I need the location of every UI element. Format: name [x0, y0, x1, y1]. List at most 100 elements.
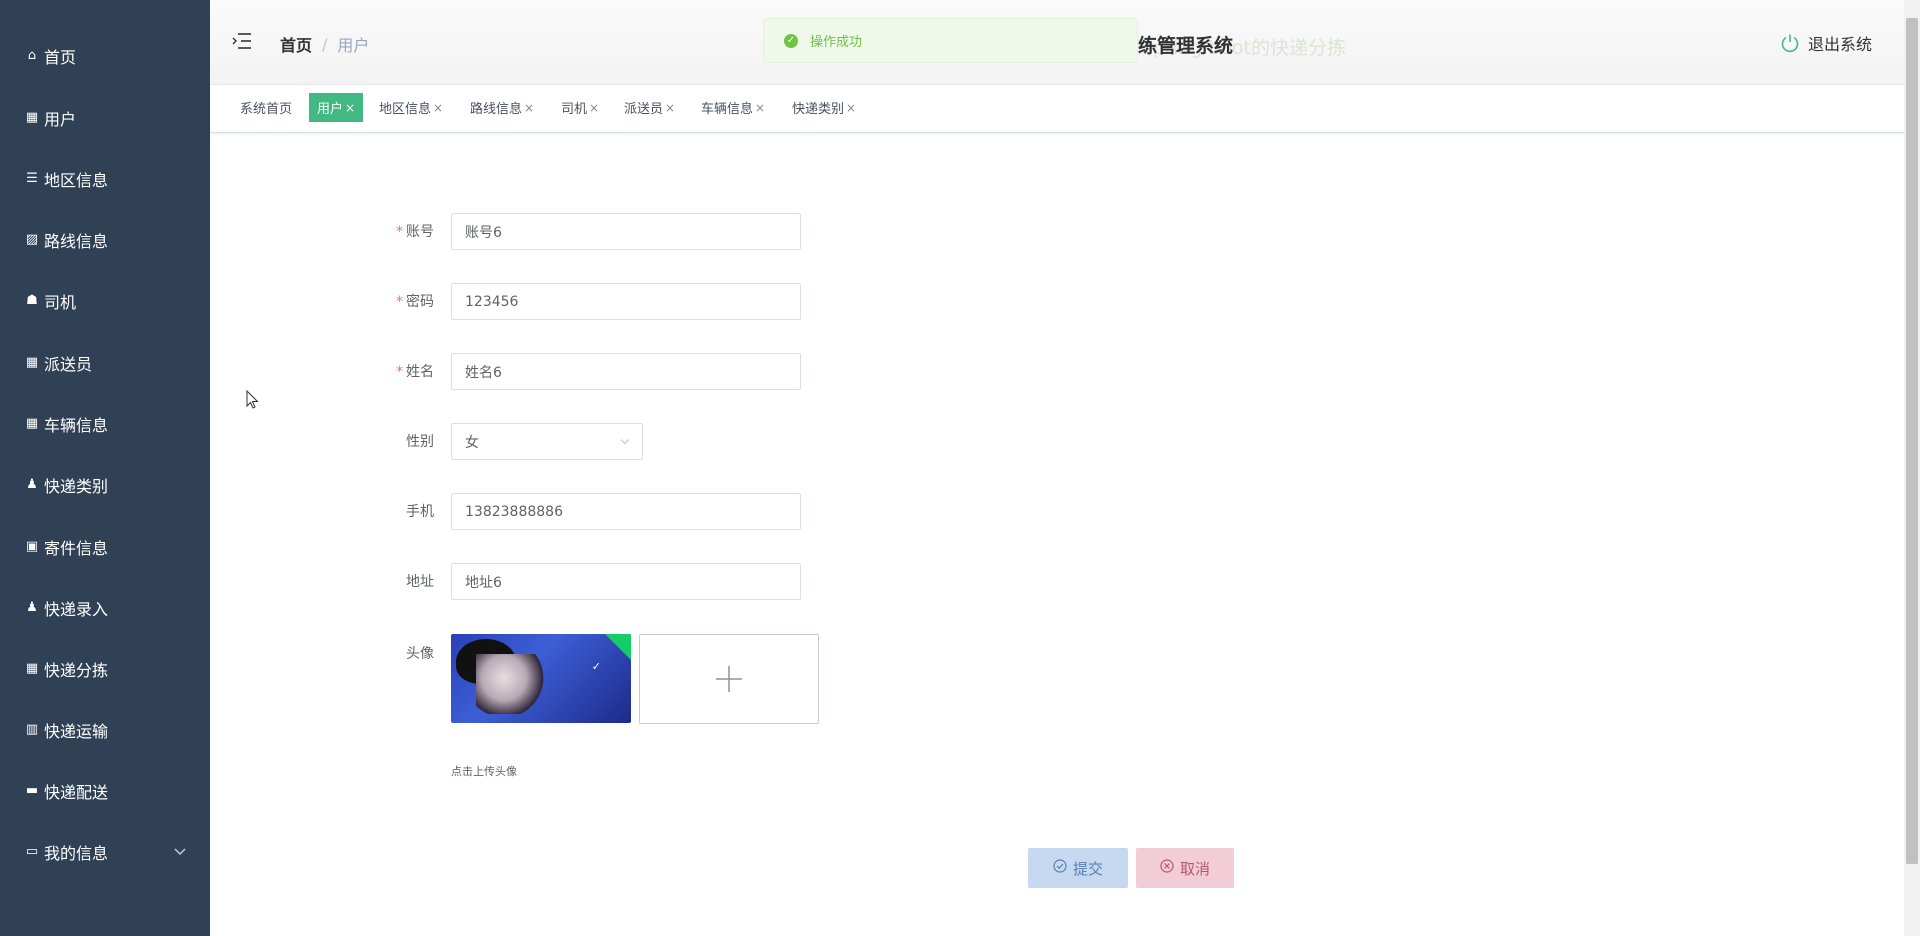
sidebar-item-label: 快递分拣 [44, 660, 109, 680]
sidebar-item-label: 路线信息 [44, 231, 109, 251]
logout-button[interactable]: 退出系统 [1780, 31, 1872, 55]
logout-label: 退出系统 [1807, 35, 1872, 54]
account-label: * 账号 [390, 221, 442, 241]
sidebar-item-vehicles[interactable]: ▦ 车辆信息 [0, 393, 210, 454]
sidebar-item-label: 用户 [44, 109, 77, 129]
sidebar-item-label: 地区信息 [44, 170, 109, 190]
close-icon[interactable]: × [524, 101, 534, 115]
tag-regions[interactable]: 地区信息 × [371, 93, 451, 122]
phone-input[interactable]: 13823888886 [451, 493, 801, 530]
list-icon: ☰ [26, 171, 38, 186]
tags-view: 系统首页 用户 × 地区信息 × 路线信息 × 司机 × 派送员 × 车辆信息 … [210, 85, 1910, 133]
account-label-text: 账号 [406, 224, 434, 240]
gender-select-value: 女 [465, 434, 479, 451]
tag-label: 地区信息 [379, 102, 432, 117]
avatar-image-face [476, 654, 546, 714]
close-icon[interactable]: × [589, 101, 599, 115]
tag-label: 派送员 [624, 102, 664, 117]
close-icon[interactable]: × [846, 101, 856, 115]
tag-routes[interactable]: 路线信息 × [462, 93, 542, 122]
sidebar-item-label: 快递运输 [44, 721, 109, 741]
avatar-thumbnail[interactable]: ✓ [451, 634, 631, 723]
sidebar-item-delivery[interactable]: ▬ 快递配送 [0, 760, 210, 821]
form-row-name: * 姓名 [390, 352, 442, 390]
cancel-button[interactable]: 取消 [1136, 848, 1234, 888]
form-row-password: * 密码 [390, 282, 442, 320]
scrollbar-thumb[interactable] [1906, 18, 1918, 864]
gender-select[interactable]: 女 [451, 423, 643, 460]
tag-label: 用户 [317, 102, 344, 117]
user-icon: ♟ [26, 477, 38, 492]
required-mark: * [396, 364, 403, 380]
address-label: 地址 [406, 574, 434, 590]
account-input[interactable]: 账号6 [451, 213, 801, 250]
sidebar-item-users[interactable]: ▦ 用户 [0, 87, 210, 148]
form-row-phone: 手机 [390, 492, 442, 530]
mouse-cursor-icon [246, 390, 259, 409]
sidebar-item-label: 派送员 [44, 354, 93, 374]
sidebar-item-express-entry[interactable]: ♟ 快递录入 [0, 577, 210, 638]
close-icon[interactable]: × [433, 101, 443, 115]
tag-label: 司机 [561, 102, 588, 117]
grid-icon: ▦ [25, 416, 39, 431]
sidebar-item-drivers[interactable]: ☗ 司机 [0, 270, 210, 331]
tag-users[interactable]: 用户 × [309, 93, 364, 122]
avatar-upload-tip: 点击上传头像 [451, 765, 517, 778]
address-input[interactable]: 地址6 [451, 563, 801, 600]
submit-label: 提交 [1072, 859, 1103, 878]
password-label: * 密码 [390, 291, 442, 311]
name-input[interactable]: 姓名6 [451, 353, 801, 390]
breadcrumb: 首页 / 用户 [280, 32, 369, 56]
sidebar-item-regions[interactable]: ☰ 地区信息 [0, 148, 210, 209]
password-label-text: 密码 [406, 294, 434, 310]
sidebar-item-routes[interactable]: ▨ 路线信息 [0, 209, 210, 270]
name-label: * 姓名 [390, 361, 442, 381]
upload-success-badge [605, 634, 631, 660]
tag-vehicles[interactable]: 车辆信息 × [693, 93, 773, 122]
close-icon[interactable]: × [755, 101, 765, 115]
sidebar-item-sorting[interactable]: ▦ 快递分拣 [0, 638, 210, 699]
sidebar-item-label: 司机 [44, 292, 77, 312]
tag-label: 路线信息 [470, 102, 523, 117]
sidebar-item-express-types[interactable]: ♟ 快递类别 [0, 454, 210, 515]
sidebar-item-label: 车辆信息 [44, 415, 109, 435]
avatar-upload-button[interactable] [639, 634, 819, 724]
clipboard-icon: ▣ [25, 539, 39, 554]
card-icon: ▭ [25, 844, 39, 859]
tag-express-types[interactable]: 快递类别 × [784, 93, 864, 122]
tag-home[interactable]: 系统首页 [232, 93, 300, 122]
required-mark: * [396, 294, 403, 310]
avatar-label: 头像 [406, 646, 434, 662]
close-icon[interactable]: × [665, 101, 675, 115]
plus-icon [716, 666, 742, 692]
tag-label: 系统首页 [240, 102, 293, 117]
phone-label: 手机 [406, 504, 434, 520]
sidebar-item-transport[interactable]: ▥ 快递运输 [0, 699, 210, 760]
system-title: 练管理系统 [1138, 35, 1234, 57]
grid-icon: ▦ [25, 355, 39, 370]
sidebar-item-label: 我的信息 [44, 843, 109, 863]
form-row-address: 地址 [390, 562, 442, 600]
form-row-account: * 账号 [390, 212, 442, 250]
hamburger-icon[interactable] [232, 32, 252, 52]
tag-drivers[interactable]: 司机 × [553, 93, 607, 122]
close-icon[interactable]: × [345, 101, 355, 115]
form-row-avatar: 头像 [390, 634, 442, 672]
sidebar-item-label: 快递配送 [44, 782, 109, 802]
tag-couriers[interactable]: 派送员 × [616, 93, 683, 122]
sidebar-item-my-info[interactable]: ▭ 我的信息 [0, 821, 210, 882]
chevron-down-icon [174, 845, 186, 859]
sidebar-item-label: 快递类别 [44, 476, 109, 496]
check-circle-icon: ✓ [784, 33, 798, 48]
breadcrumb-separator: / [322, 34, 328, 54]
sidebar-item-home[interactable]: ⌂ 首页 [0, 25, 210, 86]
submit-button[interactable]: 提交 [1028, 848, 1128, 888]
success-message: ✓ 操作成功 [763, 18, 1138, 63]
breadcrumb-home[interactable]: 首页 [280, 32, 312, 56]
password-input[interactable]: 123456 [451, 283, 801, 320]
sidebar-item-couriers[interactable]: ▦ 派送员 [0, 332, 210, 393]
sidebar-item-label: 首页 [44, 47, 77, 67]
tag-label: 快递类别 [792, 102, 845, 117]
sidebar-item-shipments[interactable]: ▣ 寄件信息 [0, 516, 210, 577]
breadcrumb-current: 用户 [337, 36, 370, 55]
